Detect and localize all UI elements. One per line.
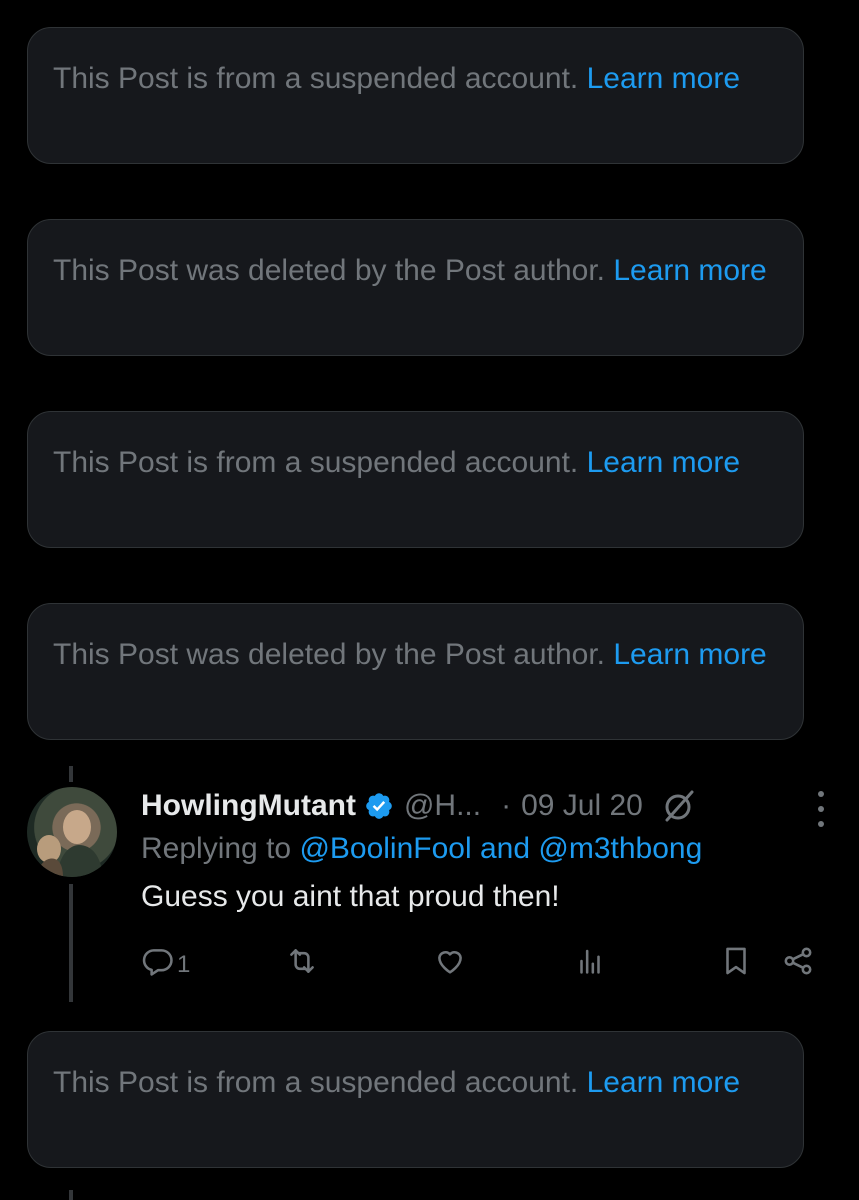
like-button[interactable] xyxy=(433,944,467,985)
thread-line-next xyxy=(69,1190,73,1200)
views-icon xyxy=(573,944,607,985)
share-button[interactable] xyxy=(781,944,815,985)
mention-link[interactable]: @m3thbong xyxy=(538,832,702,865)
notice-suspended-2: This Post is from a suspended account. L… xyxy=(27,411,804,548)
more-icon[interactable] xyxy=(811,791,831,827)
notice-suspended-3: This Post is from a suspended account. L… xyxy=(27,1031,804,1168)
thread-line-bottom xyxy=(69,884,73,1002)
learn-more-link[interactable]: Learn more xyxy=(587,62,740,95)
notice-text: This Post was deleted by the Post author… xyxy=(53,254,605,287)
bookmark-button[interactable] xyxy=(719,944,753,985)
verified-badge-icon xyxy=(364,791,394,821)
replying-prefix: Replying to xyxy=(141,832,292,865)
post-text: Guess you aint that proud then! xyxy=(141,880,560,913)
grok-icon[interactable] xyxy=(661,788,697,824)
learn-more-link[interactable]: Learn more xyxy=(587,1066,740,1099)
notice-deleted-1: This Post was deleted by the Post author… xyxy=(27,219,804,356)
repost-button[interactable] xyxy=(285,944,319,985)
views-button[interactable] xyxy=(573,944,607,985)
notice-text: This Post was deleted by the Post author… xyxy=(53,638,605,671)
reply-count: 1 xyxy=(177,950,191,978)
learn-more-link[interactable]: Learn more xyxy=(587,446,740,479)
handle[interactable]: @H... xyxy=(404,789,481,823)
post-date[interactable]: 09 Jul 20 xyxy=(521,789,643,823)
notice-text: This Post is from a suspended account. xyxy=(53,1066,579,1099)
replying-to: Replying to @BoolinFool and @m3thbong xyxy=(141,827,831,871)
notice-deleted-2: This Post was deleted by the Post author… xyxy=(27,603,804,740)
post-header: HowlingMutant @H... · 09 Jul 20 xyxy=(141,785,831,827)
bookmark-icon xyxy=(719,944,753,985)
reply-button[interactable]: 1 xyxy=(141,944,190,985)
thread-line-top xyxy=(69,766,73,782)
share-icon xyxy=(781,944,815,985)
notice-text: This Post is from a suspended account. xyxy=(53,62,579,95)
learn-more-link[interactable]: Learn more xyxy=(613,254,766,287)
reply-post[interactable]: HowlingMutant @H... · 09 Jul 20 Replying… xyxy=(141,785,831,921)
like-icon xyxy=(433,944,467,985)
repost-icon xyxy=(285,944,319,985)
notice-suspended-1: This Post is from a suspended account. L… xyxy=(27,27,804,164)
post-actions: 1 xyxy=(141,944,821,984)
notice-text: This Post is from a suspended account. xyxy=(53,446,579,479)
mention-joiner: and xyxy=(480,832,531,865)
separator-dot: · xyxy=(501,789,512,822)
display-name[interactable]: HowlingMutant xyxy=(141,789,356,823)
avatar[interactable] xyxy=(27,787,117,877)
reply-icon xyxy=(141,944,175,985)
learn-more-link[interactable]: Learn more xyxy=(613,638,766,671)
mention-link[interactable]: @BoolinFool xyxy=(299,832,471,865)
